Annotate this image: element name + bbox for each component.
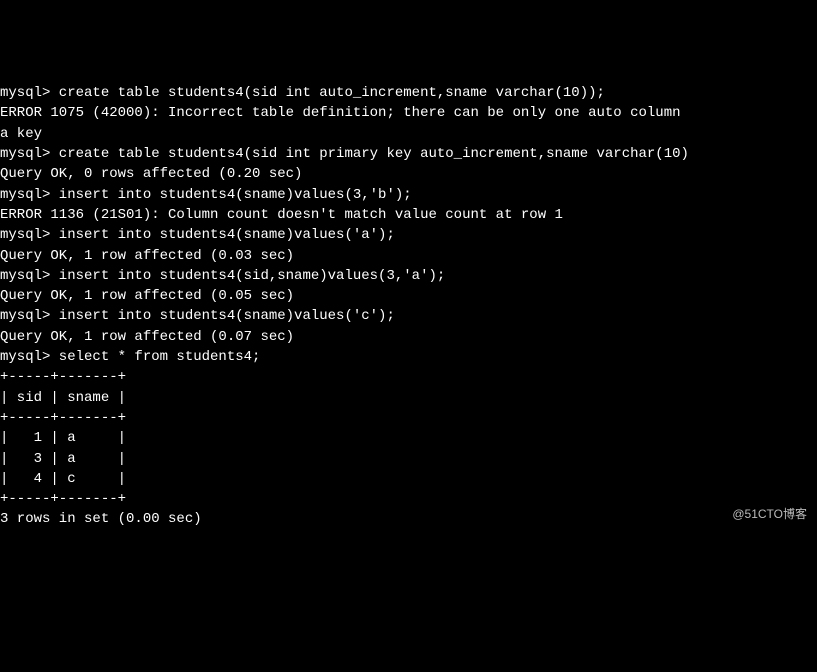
terminal-line: mysql> insert into students4(sname)value… [0,185,817,205]
terminal-line: +-----+-------+ [0,489,817,509]
terminal-line: ERROR 1075 (42000): Incorrect table defi… [0,103,817,123]
terminal-line: | 3 | a | [0,449,817,469]
terminal-line: | sid | sname | [0,388,817,408]
terminal-line: mysql> insert into students4(sname)value… [0,306,817,326]
terminal-line: mysql> insert into students4(sname)value… [0,225,817,245]
terminal-line: Query OK, 0 rows affected (0.20 sec) [0,164,817,184]
terminal-line: 3 rows in set (0.00 sec) [0,509,817,529]
terminal-line: Query OK, 1 row affected (0.05 sec) [0,286,817,306]
terminal-line: Query OK, 1 row affected (0.07 sec) [0,327,817,347]
terminal-line: mysql> insert into students4(sid,sname)v… [0,266,817,286]
terminal-line: mysql> create table students4(sid int au… [0,83,817,103]
terminal-line: | 4 | c | [0,469,817,489]
terminal-line: a key [0,124,817,144]
watermark-label: @51CTO博客 [732,506,807,523]
terminal-line: mysql> select * from students4; [0,347,817,367]
terminal-line: +-----+-------+ [0,408,817,428]
terminal-line: | 1 | a | [0,428,817,448]
terminal-output[interactable]: mysql> create table students4(sid int au… [0,83,817,530]
terminal-line: +-----+-------+ [0,367,817,387]
terminal-line: Query OK, 1 row affected (0.03 sec) [0,246,817,266]
terminal-line: mysql> create table students4(sid int pr… [0,144,817,164]
terminal-line: ERROR 1136 (21S01): Column count doesn't… [0,205,817,225]
